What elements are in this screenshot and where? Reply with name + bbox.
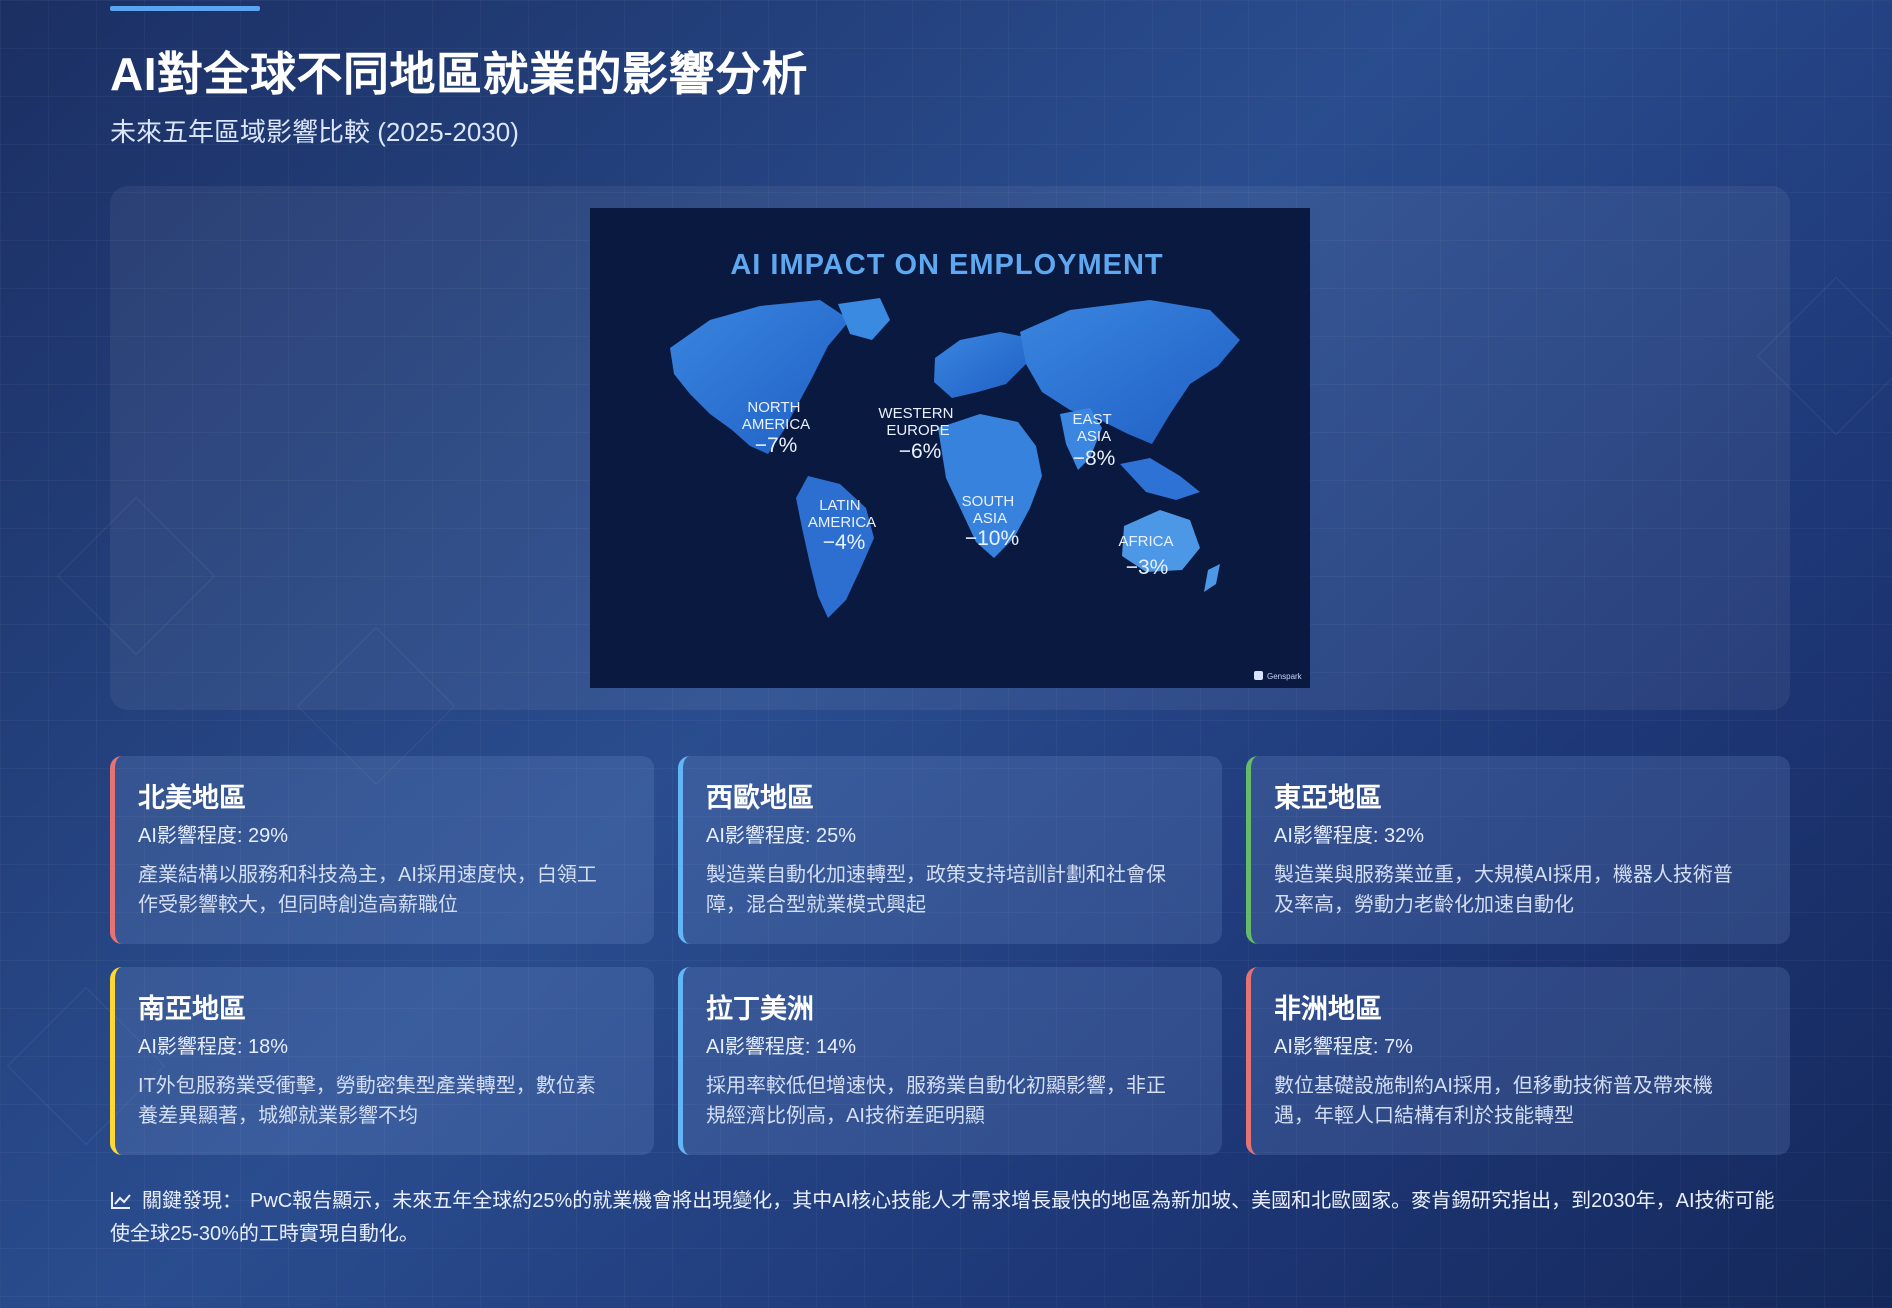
card-title: 南亞地區 — [138, 994, 246, 1024]
map-label-western-europe: WESTERN EUROPE — [878, 405, 957, 439]
card-description: 採用率較低但增速快，服務業自動化初顯影響，非正 規經濟比例高，AI技術差距明顯 — [706, 1071, 1200, 1131]
title-accent-bar — [110, 6, 260, 11]
world-map-svg: AI IMPACT ON EMPLOYMENT NORTH AMERICA −7… — [590, 208, 1310, 688]
card-impact: AI影響程度: 7% — [1274, 1036, 1413, 1058]
world-map-image: AI IMPACT ON EMPLOYMENT NORTH AMERICA −7… — [590, 208, 1310, 688]
region-card-south-asia: 南亞地區 AI影響程度: 18% IT外包服務業受衝擊，勞動密集型產業轉型，數位… — [110, 967, 654, 1155]
line-chart-icon — [110, 1189, 132, 1219]
card-description-line: 數位基礎設施制約AI採用，但移動技術普及帶來機 — [1274, 1075, 1713, 1097]
map-value-latin-america: −4% — [823, 531, 866, 554]
map-title: AI IMPACT ON EMPLOYMENT — [730, 249, 1163, 281]
region-card-north-america: 北美地區 AI影響程度: 29% 產業結構以服務和科技為主，AI採用速度快，白領… — [110, 756, 654, 944]
map-label-east-asia: EAST ASIA — [1072, 411, 1115, 445]
page-subtitle: 未來五年區域影響比較 (2025-2030) — [110, 117, 519, 147]
map-value-south-asia: −10% — [965, 527, 1019, 550]
card-description-line: 遇，年輕人口結構有利於技能轉型 — [1274, 1105, 1574, 1127]
card-description-line: 製造業與服務業並重，大規模AI採用，機器人技術普 — [1274, 864, 1733, 886]
card-description-line: 障，混合型就業模式興起 — [706, 894, 926, 916]
map-label-africa: AFRICA — [1118, 533, 1173, 550]
card-description: 製造業自動化加速轉型，政策支持培訓計劃和社會保 障，混合型就業模式興起 — [706, 860, 1200, 920]
card-title: 西歐地區 — [706, 783, 814, 813]
card-description-line: 規經濟比例高，AI技術差距明顯 — [706, 1105, 985, 1127]
card-description-line: 養差異顯著，城鄉就業影響不均 — [138, 1105, 418, 1127]
card-impact: AI影響程度: 25% — [706, 825, 857, 847]
region-card-africa: 非洲地區 AI影響程度: 7% 數位基礎設施制約AI採用，但移動技術普及帶來機 … — [1246, 967, 1790, 1155]
card-description-line: 製造業自動化加速轉型，政策支持培訓計劃和社會保 — [706, 864, 1166, 886]
card-impact: AI影響程度: 14% — [706, 1036, 857, 1058]
card-title: 拉丁美洲 — [706, 994, 814, 1024]
card-description: IT外包服務業受衝擊，勞動密集型產業轉型，數位素 養差異顯著，城鄉就業影響不均 — [138, 1071, 632, 1131]
card-title: 非洲地區 — [1274, 994, 1382, 1024]
card-title: 北美地區 — [138, 783, 246, 813]
region-card-latin-america: 拉丁美洲 AI影響程度: 14% 採用率較低但增速快，服務業自動化初顯影響，非正… — [678, 967, 1222, 1155]
page-title: AI對全球不同地區就業的影響分析 — [110, 48, 808, 100]
key-findings: 關鍵發現： PwC報告顯示，未來五年全球約25%的就業機會將出現變化，其中AI核心… — [110, 1186, 1790, 1249]
watermark-text: Genspark — [1267, 672, 1303, 681]
region-card-western-europe: 西歐地區 AI影響程度: 25% 製造業自動化加速轉型，政策支持培訓計劃和社會保… — [678, 756, 1222, 944]
card-description: 數位基礎設施制約AI採用，但移動技術普及帶來機 遇，年輕人口結構有利於技能轉型 — [1274, 1071, 1768, 1131]
card-description-line: 產業結構以服務和科技為主，AI採用速度快，白領工 — [138, 864, 597, 886]
key-findings-label: 關鍵發現： — [142, 1190, 242, 1212]
map-panel: AI IMPACT ON EMPLOYMENT NORTH AMERICA −7… — [110, 186, 1790, 710]
key-findings-text: PwC報告顯示，未來五年全球約25%的就業機會將出現變化，其中AI核心技能人才需… — [110, 1190, 1775, 1245]
map-label-north-america: NORTH AMERICA — [742, 399, 810, 433]
card-description-line: IT外包服務業受衝擊，勞動密集型產業轉型，數位素 — [138, 1075, 596, 1097]
card-impact: AI影響程度: 18% — [138, 1036, 289, 1058]
region-card-east-asia: 東亞地區 AI影響程度: 32% 製造業與服務業並重，大規模AI採用，機器人技術… — [1246, 756, 1790, 944]
card-impact: AI影響程度: 32% — [1274, 825, 1425, 847]
card-description-line: 作受影響較大，但同時創造高薪職位 — [138, 894, 458, 916]
map-value-africa: −3% — [1126, 556, 1169, 579]
map-value-western-europe: −6% — [899, 440, 942, 463]
watermark-logo-icon — [1254, 671, 1263, 680]
card-description: 製造業與服務業並重，大規模AI採用，機器人技術普 及率高，勞動力老齡化加速自動化 — [1274, 860, 1768, 920]
card-impact: AI影響程度: 29% — [138, 825, 289, 847]
card-title: 東亞地區 — [1274, 783, 1382, 813]
card-description-line: 採用率較低但增速快，服務業自動化初顯影響，非正 — [706, 1075, 1166, 1097]
map-value-east-asia: −8% — [1073, 447, 1116, 470]
card-description-line: 及率高，勞動力老齡化加速自動化 — [1274, 894, 1574, 916]
map-value-north-america: −7% — [755, 434, 798, 457]
card-description: 產業結構以服務和科技為主，AI採用速度快，白領工 作受影響較大，但同時創造高薪職… — [138, 860, 632, 920]
